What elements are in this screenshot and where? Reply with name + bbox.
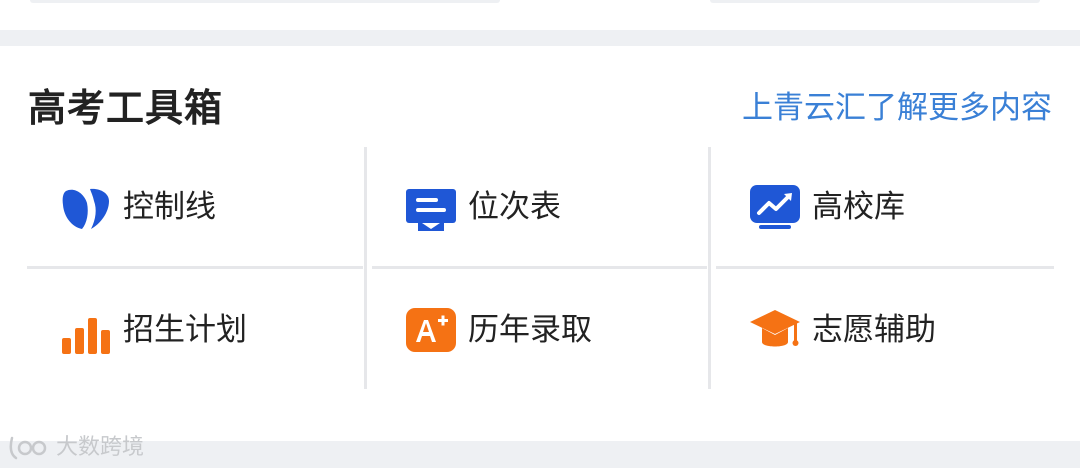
rank-table-icon	[405, 181, 457, 233]
tool-label: 位次表	[468, 189, 561, 225]
tool-label: 招生计划	[123, 312, 247, 348]
application-assist-icon	[749, 304, 801, 356]
toolbox-title: 高考工具箱	[28, 86, 224, 130]
more-content-link[interactable]: 上青云汇了解更多内容	[742, 86, 1052, 130]
previous-card-bottom	[0, 0, 1080, 30]
section-gap	[0, 30, 1080, 46]
tool-university-database[interactable]: 高校库	[749, 146, 905, 268]
section-gap	[0, 441, 1080, 468]
watermark-text: 大数跨境	[56, 435, 145, 460]
tool-admission-history[interactable]: 历年录取	[405, 269, 592, 391]
watermark: 大数跨境	[8, 432, 144, 464]
grid-divider-vertical	[708, 147, 711, 389]
tool-application-assist[interactable]: 志愿辅助	[749, 269, 936, 391]
tool-control-line[interactable]: 控制线	[60, 146, 216, 268]
tool-label: 历年录取	[468, 312, 592, 348]
divider	[710, 0, 1040, 3]
grid-divider-vertical	[364, 147, 367, 389]
control-line-icon	[60, 181, 112, 233]
tool-label: 志愿辅助	[812, 312, 936, 348]
tool-label: 控制线	[123, 189, 216, 225]
watermark-logo-icon	[8, 434, 52, 462]
tool-label: 高校库	[812, 189, 905, 225]
university-database-icon	[749, 181, 801, 233]
tool-rank-table[interactable]: 位次表	[405, 146, 561, 268]
divider	[30, 0, 500, 3]
tool-enrollment-plan[interactable]: 招生计划	[60, 269, 247, 391]
enrollment-plan-icon	[60, 304, 112, 356]
admission-history-icon	[405, 304, 457, 356]
